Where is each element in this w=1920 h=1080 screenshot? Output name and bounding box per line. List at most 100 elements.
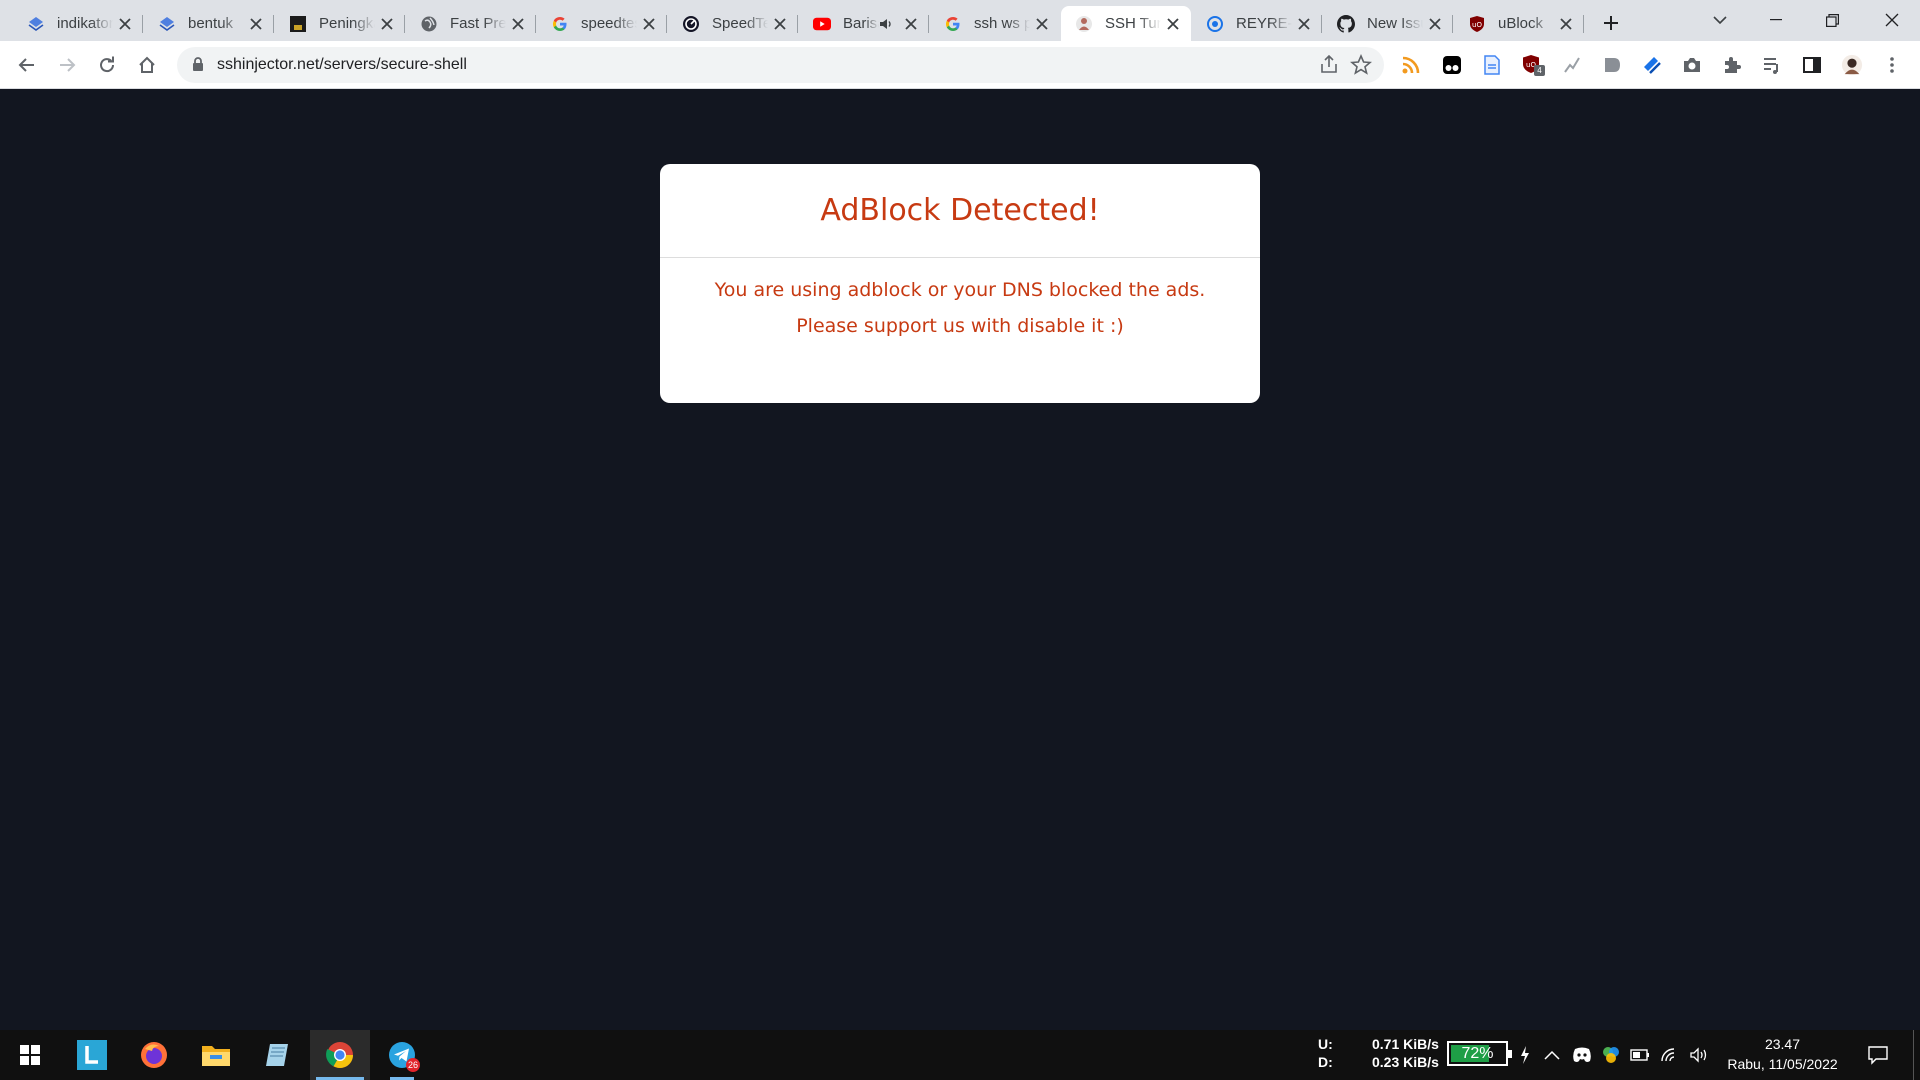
upload-speed: 0.71 KiB/s [1372,1036,1439,1052]
close-icon[interactable] [510,16,526,32]
taskbar-firefox[interactable] [124,1030,184,1080]
tab-title: SSH Tunnel [1105,15,1161,32]
tab-ssh-ws-search[interactable]: ssh ws port [930,6,1060,41]
close-icon[interactable] [1427,16,1443,32]
kebab-menu-icon[interactable] [1881,54,1903,76]
battery-saver-icon[interactable] [1629,1044,1651,1066]
close-icon[interactable] [641,16,657,32]
show-desktop-button[interactable] [1913,1030,1914,1080]
home-button[interactable] [131,49,163,81]
photos-sync-icon[interactable] [1600,1044,1622,1066]
tab-fast-preview[interactable]: Fast Preview [406,6,536,41]
minimize-button[interactable] [1748,0,1804,40]
system-clock[interactable]: 23.47 Rabu, 11/05/2022 [1720,1034,1845,1074]
action-center-icon[interactable] [1866,1043,1890,1067]
tab-ublock[interactable]: uO uBlock [1454,6,1584,41]
tab-reyre[interactable]: REYRE- [1192,6,1322,41]
github-icon [1337,14,1355,33]
tab-indikator[interactable]: indikator [13,6,143,41]
wifi-icon[interactable] [1659,1044,1681,1066]
document-extension-icon[interactable] [1481,54,1503,76]
chevron-up-icon[interactable] [1541,1044,1563,1066]
close-icon[interactable] [1296,16,1312,32]
blue-layers-icon [158,15,176,33]
tab-search-button[interactable] [1692,0,1748,40]
tab-peningkatan[interactable]: Peningkatan [275,6,405,41]
pen-extension-icon[interactable] [1561,54,1583,76]
chrome-icon [326,1042,354,1069]
ublock-extension-icon[interactable]: uO 4 [1521,54,1545,76]
minimize-icon [1770,19,1782,21]
extension-badge: 4 [1534,65,1545,76]
globe-icon [420,15,438,33]
ublock-icon: uO [1468,15,1486,33]
puzzle-icon[interactable] [1721,54,1743,76]
close-icon[interactable] [903,16,919,32]
close-icon[interactable] [248,16,264,32]
restore-icon [1825,13,1839,27]
battery-meter[interactable]: 72% [1447,1041,1512,1066]
speaker-icon[interactable] [879,17,893,31]
rss-extension-icon[interactable] [1400,54,1422,76]
blue-layers-icon [27,15,45,33]
arrow-extension-icon[interactable] [1641,54,1663,76]
clock-time: 23.47 [1764,1036,1801,1052]
close-window-button[interactable] [1864,0,1920,40]
close-icon[interactable] [1034,16,1050,32]
profile-avatar[interactable] [1841,54,1863,76]
tampermonkey-extension-icon[interactable] [1441,54,1463,76]
tab-bentuk[interactable]: bentuk [144,6,274,41]
taskbar-launcher-app[interactable] [62,1030,122,1080]
camera-extension-icon[interactable] [1681,54,1703,76]
google-icon [551,15,569,33]
new-tab-button[interactable] [1597,9,1625,37]
tab-ssh-tunnel[interactable]: SSH Tunnel [1061,6,1191,41]
tab-title: New Issue [1367,15,1423,32]
bookmark-star-icon[interactable] [1350,53,1372,76]
start-button[interactable] [0,1030,60,1080]
restore-button[interactable] [1804,0,1860,40]
taskbar-notepad[interactable] [248,1030,308,1080]
plus-icon [1604,16,1618,30]
side-panel-icon[interactable] [1801,54,1823,76]
lock-icon[interactable] [192,56,204,77]
close-icon[interactable] [1165,16,1181,32]
close-icon[interactable] [772,16,788,32]
youtube-icon [813,15,831,33]
sshinjector-icon [1075,15,1093,33]
volume-icon[interactable] [1688,1044,1710,1066]
tab-github-new-issue[interactable]: New Issue [1323,6,1453,41]
dark-reader-extension-icon[interactable] [1601,54,1623,76]
close-icon[interactable] [1558,16,1574,32]
media-queue-icon[interactable] [1761,54,1783,76]
clock-date: Rabu, 11/05/2022 [1727,1056,1838,1072]
launcher-l-icon [77,1040,107,1070]
tab-title: ssh ws port [974,15,1030,32]
taskbar-chrome[interactable] [310,1030,370,1080]
forward-button[interactable] [51,49,83,81]
address-bar[interactable]: sshinjector.net/servers/secure-shell [177,47,1384,83]
share-icon[interactable] [1318,54,1340,76]
url-text[interactable]: sshinjector.net/servers/secure-shell [217,56,467,74]
browser-toolbar: sshinjector.net/servers/secure-shell uO … [0,41,1920,89]
tab-speedtest-search[interactable]: speedtest [537,6,667,41]
discord-icon[interactable] [1571,1044,1593,1066]
tab-title: SpeedTest [712,15,768,32]
back-button[interactable] [11,49,43,81]
tab-title: REYRE- [1236,15,1292,32]
tab-title: uBlock [1498,15,1544,32]
net-meter-labels: U: D: [1318,1035,1333,1071]
close-icon[interactable] [379,16,395,32]
reload-button[interactable] [91,49,123,81]
taskbar-file-explorer[interactable] [186,1030,246,1080]
taskbar-telegram[interactable]: 26 [372,1030,432,1080]
charging-icon[interactable] [1514,1044,1536,1066]
arrow-right-icon [60,58,76,72]
download-label: D: [1318,1054,1333,1070]
tab-speedtest[interactable]: SpeedTest [668,6,798,41]
shield-circle-icon [1206,15,1224,33]
close-icon[interactable] [117,16,133,32]
tab-title: bentuk [188,15,234,32]
tab-youtube[interactable]: Barisan [799,6,929,41]
adblock-modal: AdBlock Detected! You are using adblock … [660,164,1260,403]
